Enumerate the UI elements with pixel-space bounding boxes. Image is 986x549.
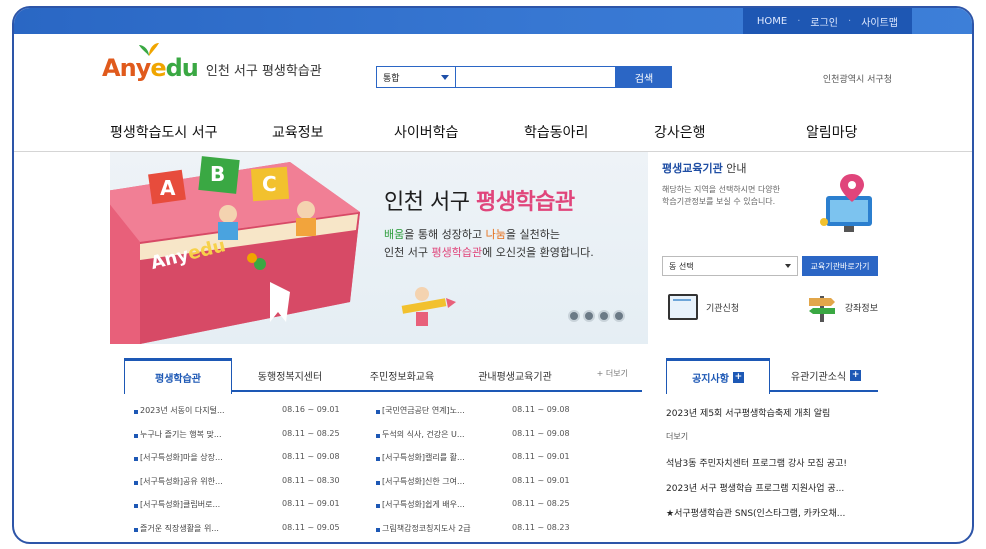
banner-block-letter: B [210,162,226,186]
top-bar: HOME · 로그인 · 사이트맵 [14,8,972,34]
logo-sprout-icon [139,43,159,56]
go-institution-button[interactable]: 교육기관바로가기 [802,256,878,276]
nav-item-lifelong-city[interactable]: 평생학습도시 서구 [110,122,218,142]
logo[interactable]: Anyedu 인천 서구 평생학습관 [102,43,322,82]
side-quick-links: 기관신청 강좌정보 [668,292,878,322]
district-select[interactable]: 동 선택 [662,256,798,276]
util-separator: · [797,15,801,27]
institution-guide-panel: 평생교육기관 안내 해당하는 지역을 선택하시면 다양한 학습기관정보를 보실 … [662,160,878,344]
search-category-label: 통합 [383,73,400,84]
program-tabs: 평생학습관 동행정복지센터 주민정보화교육 관내평생교육기관 + 더보기 [124,358,642,394]
search-button[interactable]: 검색 [616,66,672,88]
plus-icon[interactable]: + [850,369,862,381]
banner-block-letter: A [160,176,176,200]
book-icon [668,294,698,320]
banner-dot[interactable] [568,310,580,322]
list-item[interactable]: [서구특성화]클립버로... 08.11 ~ 09.01 [134,498,374,522]
header: Anyedu 인천 서구 평생학습관 통합 검색 인천광역시 서구청 [14,34,972,112]
banner-pagination [568,310,625,322]
notice-item[interactable]: ★서구평생학습관 SNS(인스타그램, 카카오채... [666,506,886,531]
program-list-right: [국민연금공단 연계]노... 08.11 ~ 09.08 두석의 식사, 건강은… [376,404,636,543]
util-separator: · [848,15,852,27]
tab-related-news[interactable]: 유관기관소식 + [774,358,878,392]
list-item[interactable]: 2023년 서동이 다지털... 08.16 ~ 09.01 [134,404,374,428]
institution-apply-label: 기관신청 [706,303,740,314]
banner-tagline-1: 배움을 통해 성장하고 나눔을 실천하는 [384,228,560,241]
util-home-link[interactable]: HOME [757,16,787,27]
tab-it-education[interactable]: 주민정보화교육 [348,358,456,392]
list-item[interactable]: 즐거운 직장생활을 위... 08.11 ~ 09.05 [134,522,374,543]
list-item[interactable]: [국민연금공단 연계]노... 08.11 ~ 09.08 [376,404,636,428]
search-category-select[interactable]: 통합 [376,66,456,88]
util-login-link[interactable]: 로그인 [810,14,838,29]
nav-item-instructor-bank[interactable]: 강사은행 [654,122,706,142]
notice-more-link[interactable]: 더보기 [666,431,886,456]
list-item[interactable]: [서구특성화]공유 위한... 08.11 ~ 08.30 [134,475,374,499]
notice-tabs: 공지사항 + 유관기관소식 + [666,358,878,394]
nav-item-education-info[interactable]: 교육정보 [272,122,324,142]
main-banner[interactable]: A B C Anyedu 인천 서구 평생학습관 배움을 통해 성장하고 나눔을… [110,152,648,344]
district-select-label: 동 선택 [669,261,694,271]
logo-subtitle: 인천 서구 평생학습관 [205,64,322,79]
page-frame: HOME · 로그인 · 사이트맵 Anyedu 인천 서구 평생학습관 통합 … [12,6,974,544]
search-bar: 통합 검색 [376,66,672,88]
list-item[interactable]: [서구특성화]캘리를 활... 08.11 ~ 09.01 [376,451,636,475]
util-sitemap-link[interactable]: 사이트맵 [861,14,898,29]
seogu-office-link[interactable]: 인천광역시 서구청 [823,72,892,85]
tab-community-center[interactable]: 동행정복지센터 [236,358,344,392]
monitor-map-pin-icon [820,174,872,232]
program-list-left: 2023년 서동이 다지털... 08.16 ~ 09.01 누구나 즐기는 행복… [134,404,374,543]
tab-local-institutions[interactable]: 관내평생교육기관 [460,358,570,392]
notice-list: 2023년 제5회 서구평생학습축제 개최 알림 더보기 석남3동 주민자치센터… [666,406,886,531]
tab-related-news-label: 유관기관소식 [790,371,847,383]
tab-notice[interactable]: 공지사항 + [666,358,770,394]
search-input[interactable] [456,66,616,88]
banner-block-letter: C [262,172,277,196]
list-item[interactable]: 두석의 식사, 건강은 U... 08.11 ~ 09.08 [376,428,636,452]
banner-dot[interactable] [613,310,625,322]
chevron-down-icon [785,264,791,268]
signpost-icon [808,296,835,322]
nav-item-notice-board[interactable]: 알림마당 [806,122,858,142]
course-info-label: 강좌정보 [844,303,878,314]
banner-tagline-2: 인천 서구 평생학습관에 오신것을 환영합니다. [384,246,594,259]
main-nav: 평생학습도시 서구 교육정보 사이버학습 학습동아리 강사은행 알림마당 [14,112,972,152]
notice-item[interactable]: 석남3동 주민자치센터 프로그램 강사 모집 공고! [666,456,886,481]
logo-wordmark: Anyedu [102,54,199,82]
notice-item[interactable]: 2023년 서구 평생학습 프로그램 지원사업 공... [666,481,886,506]
tab-lifelong-center[interactable]: 평생학습관 [124,358,232,394]
nav-item-cyber-learning[interactable]: 사이버학습 [394,122,458,142]
notice-item[interactable]: 2023년 제5회 서구평생학습축제 개최 알림 [666,406,886,431]
banner-title: 인천 서구 평생학습관 [384,190,575,215]
banner-dot[interactable] [598,310,610,322]
institution-apply-link[interactable]: 기관신청 [668,294,739,320]
banner-dot[interactable] [583,310,595,322]
list-item[interactable]: [서구특성화]신한 그여... 08.11 ~ 09.01 [376,475,636,499]
more-link[interactable]: + 더보기 [597,368,628,379]
pencil-character-illustration [401,287,456,326]
utility-nav: HOME · 로그인 · 사이트맵 [742,8,912,34]
list-item[interactable]: 그림책감정코칭지도사 2급 08.11 ~ 08.23 [376,522,636,543]
plus-icon[interactable]: + [732,372,744,383]
list-item[interactable]: [서구특성화]쉽게 배우... 08.11 ~ 08.25 [376,498,636,522]
chevron-down-icon [441,74,449,80]
banner-illustration [110,156,360,344]
tab-notice-label: 공지사항 [692,374,729,385]
list-item[interactable]: 누구나 즐기는 행복 맞... 08.11 ~ 08.25 [134,428,374,452]
course-info-link[interactable]: 강좌정보 [807,292,878,322]
nav-item-study-club[interactable]: 학습동아리 [524,122,588,142]
institution-guide-desc: 해당하는 지역을 선택하시면 다양한 학습기관정보를 보실 수 있습니다. [662,185,781,206]
list-item[interactable]: [서구특성화]마을 상장... 08.11 ~ 09.08 [134,451,374,475]
